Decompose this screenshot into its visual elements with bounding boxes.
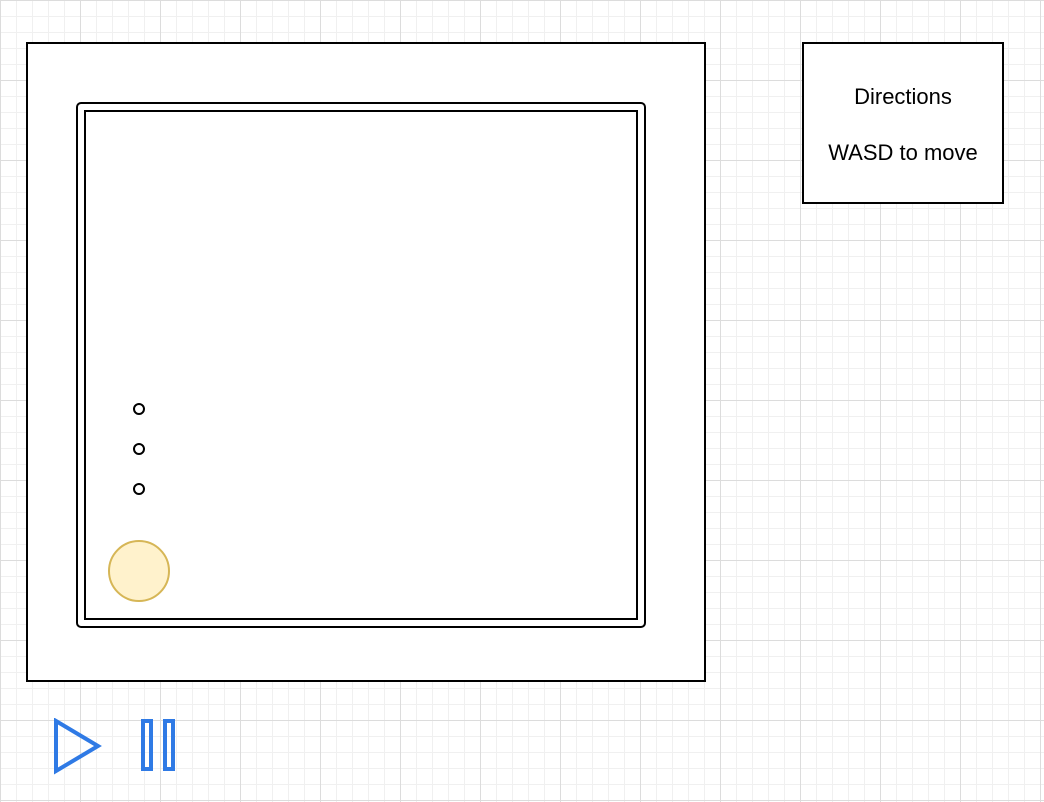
play-button[interactable] [50, 718, 106, 776]
directions-panel: Directions WASD to move [802, 42, 1004, 204]
pause-icon [141, 719, 175, 771]
play-icon [54, 718, 102, 775]
trail-dot [133, 483, 145, 495]
player-ball [108, 540, 170, 602]
pause-button[interactable] [138, 718, 178, 774]
game-arena[interactable] [84, 110, 638, 620]
directions-instruction: WASD to move [828, 140, 978, 165]
directions-title: Directions [854, 84, 952, 109]
trail-dot [133, 443, 145, 455]
trail-dot [133, 403, 145, 415]
